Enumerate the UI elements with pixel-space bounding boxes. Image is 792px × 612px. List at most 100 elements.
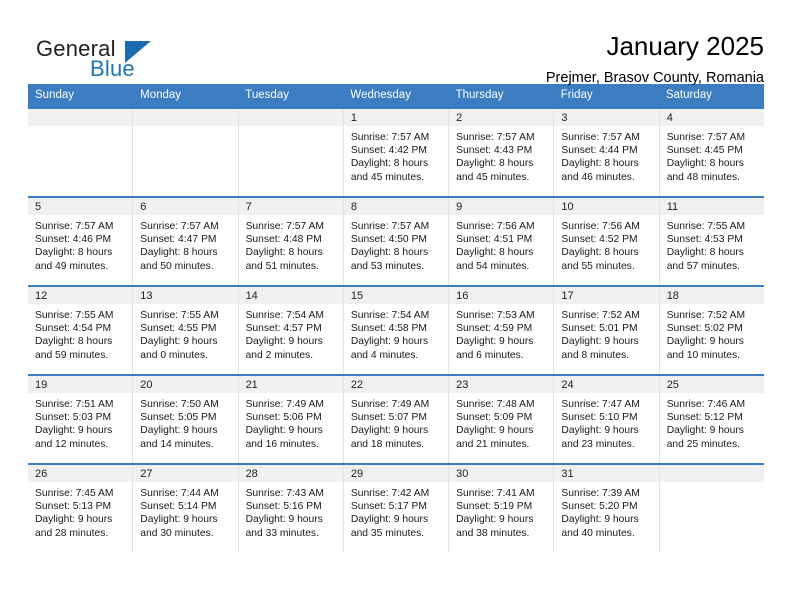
calendar-day-cell[interactable]: 19 Sunrise: 7:51 AM Sunset: 5:03 PM Dayligh… [28, 376, 134, 463]
calendar-day-cell[interactable]: 8 Sunrise: 7:57 AM Sunset: 4:50 PM Daylight… [343, 198, 450, 285]
weekday-header-thursday: Thursday [455, 89, 504, 101]
weekday-header-tuesday: Tuesday [245, 89, 289, 101]
daylight-text-line1: Daylight: 9 hours [350, 336, 429, 348]
calendar-day-cell[interactable]: 21 Sunrise: 7:49 AM Sunset: 5:06 PM Dayligh… [238, 376, 344, 463]
calendar-grid: Sunday Monday Tuesday Wednesday Thursday… [28, 84, 764, 552]
day-number: 4 [659, 109, 764, 126]
daylight-text-line1: Daylight: 8 hours [140, 247, 218, 259]
day-number [238, 109, 343, 126]
sunset-text: Sunset: 5:12 PM [666, 412, 743, 424]
calendar-day-cell[interactable]: 28 Sunrise: 7:43 AM Sunset: 5:16 PM Dayligh… [238, 465, 344, 552]
calendar-day-cell[interactable]: 10 Sunrise: 7:56 AM Sunset: 4:52 PM Dayligh… [554, 198, 660, 285]
calendar-day-cell[interactable]: 12 Sunrise: 7:55 AM Sunset: 4:54 PM Dayligh… [28, 287, 134, 374]
calendar-day-cell[interactable]: 29 Sunrise: 7:42 AM Sunset: 5:17 PM Dayligh… [343, 465, 450, 552]
calendar-day-cell[interactable]: 26 Sunrise: 7:45 AM Sunset: 5:13 PM Dayligh… [28, 465, 134, 552]
calendar-day-cell[interactable]: 14 Sunrise: 7:54 AM Sunset: 4:57 PM Dayligh… [238, 287, 344, 374]
day-details: Sunrise: 7:43 AM Sunset: 5:16 PM Daylight:… [239, 482, 343, 540]
daylight-text-line1: Daylight: 9 hours [456, 336, 534, 348]
sunset-text: Sunset: 4:50 PM [350, 234, 427, 246]
day-number: 28 [238, 465, 343, 482]
day-details: Sunrise: 7:48 AM Sunset: 5:09 PM Daylight:… [449, 393, 553, 451]
daylight-text-line1: Daylight: 8 hours [666, 247, 744, 259]
day-number: 27 [133, 465, 238, 482]
sunset-text: Sunset: 4:46 PM [35, 234, 112, 246]
calendar-day-cell[interactable]: 3 Sunrise: 7:57 AM Sunset: 4:44 PM Daylight… [554, 109, 660, 196]
sunrise-text: Sunrise: 7:57 AM [350, 221, 430, 232]
sunset-text: Sunset: 4:52 PM [561, 234, 638, 246]
daylight-text-line1: Daylight: 9 hours [35, 514, 113, 526]
day-number: 2 [449, 109, 554, 126]
day-details: Sunrise: 7:50 AM Sunset: 5:05 PM Daylight:… [133, 393, 237, 451]
day-number: 18 [659, 287, 764, 304]
daylight-text-line1: Daylight: 8 hours [456, 247, 534, 259]
daylight-text-line1: Daylight: 8 hours [350, 247, 429, 259]
sunset-text: Sunset: 4:42 PM [350, 145, 427, 157]
sunrise-text: Sunrise: 7:41 AM [456, 488, 535, 499]
calendar-day-cell[interactable]: 7 Sunrise: 7:57 AM Sunset: 4:48 PM Daylight… [238, 198, 344, 285]
sunset-text: Sunset: 5:07 PM [350, 412, 427, 424]
calendar-day-cell[interactable]: 23 Sunrise: 7:48 AM Sunset: 5:09 PM Dayligh… [449, 376, 555, 463]
calendar-day-cell[interactable]: 31 Sunrise: 7:39 AM Sunset: 5:20 PM Dayligh… [554, 465, 660, 552]
calendar-day-cell[interactable]: 18 Sunrise: 7:52 AM Sunset: 5:02 PM Dayligh… [659, 287, 764, 374]
calendar-weeks: 1 Sunrise: 7:57 AM Sunset: 4:42 PM Daylight… [28, 107, 764, 552]
calendar-week-row: 19 Sunrise: 7:51 AM Sunset: 5:03 PM Dayligh… [28, 374, 764, 463]
daylight-text-line1: Daylight: 9 hours [245, 336, 323, 348]
day-details: Sunrise: 7:57 AM Sunset: 4:43 PM Daylight:… [449, 126, 553, 184]
calendar-day-cell[interactable]: 22 Sunrise: 7:49 AM Sunset: 5:07 PM Dayligh… [343, 376, 450, 463]
calendar-day-cell[interactable]: 11 Sunrise: 7:55 AM Sunset: 4:53 PM Dayligh… [659, 198, 764, 285]
calendar-day-cell[interactable]: 4 Sunrise: 7:57 AM Sunset: 4:45 PM Daylight… [659, 109, 764, 196]
calendar-page: General Blue January 2025 Prejmer, Braso… [0, 0, 792, 612]
general-blue-logo[interactable]: General Blue [28, 28, 228, 84]
calendar-day-cell[interactable]: 15 Sunrise: 7:54 AM Sunset: 4:58 PM Dayligh… [343, 287, 450, 374]
daylight-text-line1: Daylight: 9 hours [35, 425, 113, 437]
weekday-header-wednesday: Wednesday [350, 89, 411, 101]
daylight-text-line1: Daylight: 9 hours [140, 514, 218, 526]
day-details: Sunrise: 7:55 AM Sunset: 4:54 PM Daylight:… [28, 304, 132, 362]
day-details: Sunrise: 7:47 AM Sunset: 5:10 PM Daylight:… [554, 393, 658, 451]
calendar-day-cell[interactable]: 27 Sunrise: 7:44 AM Sunset: 5:14 PM Dayligh… [133, 465, 239, 552]
daylight-text-line2: and 59 minutes. [35, 349, 109, 361]
calendar-day-cell[interactable]: 30 Sunrise: 7:41 AM Sunset: 5:19 PM Dayligh… [449, 465, 555, 552]
weekday-header-monday: Monday [140, 89, 182, 101]
calendar-day-cell[interactable]: 25 Sunrise: 7:46 AM Sunset: 5:12 PM Dayligh… [659, 376, 764, 463]
calendar-week-row: 12 Sunrise: 7:55 AM Sunset: 4:54 PM Dayligh… [28, 285, 764, 374]
daylight-text-line2: and 40 minutes. [561, 527, 635, 539]
daylight-text-line2: and 51 minutes. [245, 260, 319, 272]
sunset-text: Sunset: 5:17 PM [350, 501, 427, 513]
daylight-text-line1: Daylight: 8 hours [245, 247, 323, 259]
sunrise-text: Sunrise: 7:50 AM [140, 399, 219, 410]
day-number: 25 [659, 376, 764, 393]
day-number: 30 [449, 465, 554, 482]
calendar-day-cell[interactable]: 13 Sunrise: 7:55 AM Sunset: 4:55 PM Dayligh… [133, 287, 239, 374]
calendar-day-cell[interactable]: 20 Sunrise: 7:50 AM Sunset: 5:05 PM Dayligh… [133, 376, 239, 463]
day-number: 21 [238, 376, 343, 393]
sunrise-text: Sunrise: 7:56 AM [456, 221, 535, 232]
calendar-week-row: 1 Sunrise: 7:57 AM Sunset: 4:42 PM Daylight… [28, 107, 764, 196]
calendar-day-cell[interactable]: 24 Sunrise: 7:47 AM Sunset: 5:10 PM Dayligh… [554, 376, 660, 463]
calendar-day-cell[interactable]: 9 Sunrise: 7:56 AM Sunset: 4:51 PM Daylight… [449, 198, 555, 285]
sunrise-text: Sunrise: 7:43 AM [245, 488, 324, 499]
calendar-day-cell[interactable]: 5 Sunrise: 7:57 AM Sunset: 4:46 PM Daylight… [28, 198, 134, 285]
sunrise-text: Sunrise: 7:57 AM [561, 132, 640, 143]
day-number: 10 [554, 198, 659, 215]
sunset-text: Sunset: 5:09 PM [456, 412, 533, 424]
daylight-text-line1: Daylight: 9 hours [350, 514, 429, 526]
sunrise-text: Sunrise: 7:57 AM [245, 221, 324, 232]
calendar-day-cell[interactable]: 1 Sunrise: 7:57 AM Sunset: 4:42 PM Daylight… [343, 109, 450, 196]
calendar-day-cell[interactable]: 16 Sunrise: 7:53 AM Sunset: 4:59 PM Dayligh… [449, 287, 555, 374]
sunset-text: Sunset: 5:13 PM [35, 501, 112, 513]
daylight-text-line1: Daylight: 9 hours [666, 336, 744, 348]
daylight-text-line2: and 23 minutes. [561, 438, 635, 450]
day-number: 29 [343, 465, 449, 482]
day-details: Sunrise: 7:45 AM Sunset: 5:13 PM Daylight:… [28, 482, 132, 540]
sunset-text: Sunset: 4:43 PM [456, 145, 533, 157]
calendar-day-cell[interactable]: 17 Sunrise: 7:52 AM Sunset: 5:01 PM Dayligh… [554, 287, 660, 374]
day-details: Sunrise: 7:41 AM Sunset: 5:19 PM Daylight:… [449, 482, 553, 540]
day-number: 7 [238, 198, 343, 215]
calendar-day-cell[interactable]: 6 Sunrise: 7:57 AM Sunset: 4:47 PM Daylight… [133, 198, 239, 285]
daylight-text-line2: and 14 minutes. [140, 438, 214, 450]
day-details: Sunrise: 7:57 AM Sunset: 4:46 PM Daylight:… [28, 215, 132, 273]
calendar-day-cell[interactable]: 2 Sunrise: 7:57 AM Sunset: 4:43 PM Daylight… [449, 109, 555, 196]
sunrise-text: Sunrise: 7:57 AM [666, 132, 746, 143]
sunset-text: Sunset: 5:01 PM [561, 323, 638, 335]
